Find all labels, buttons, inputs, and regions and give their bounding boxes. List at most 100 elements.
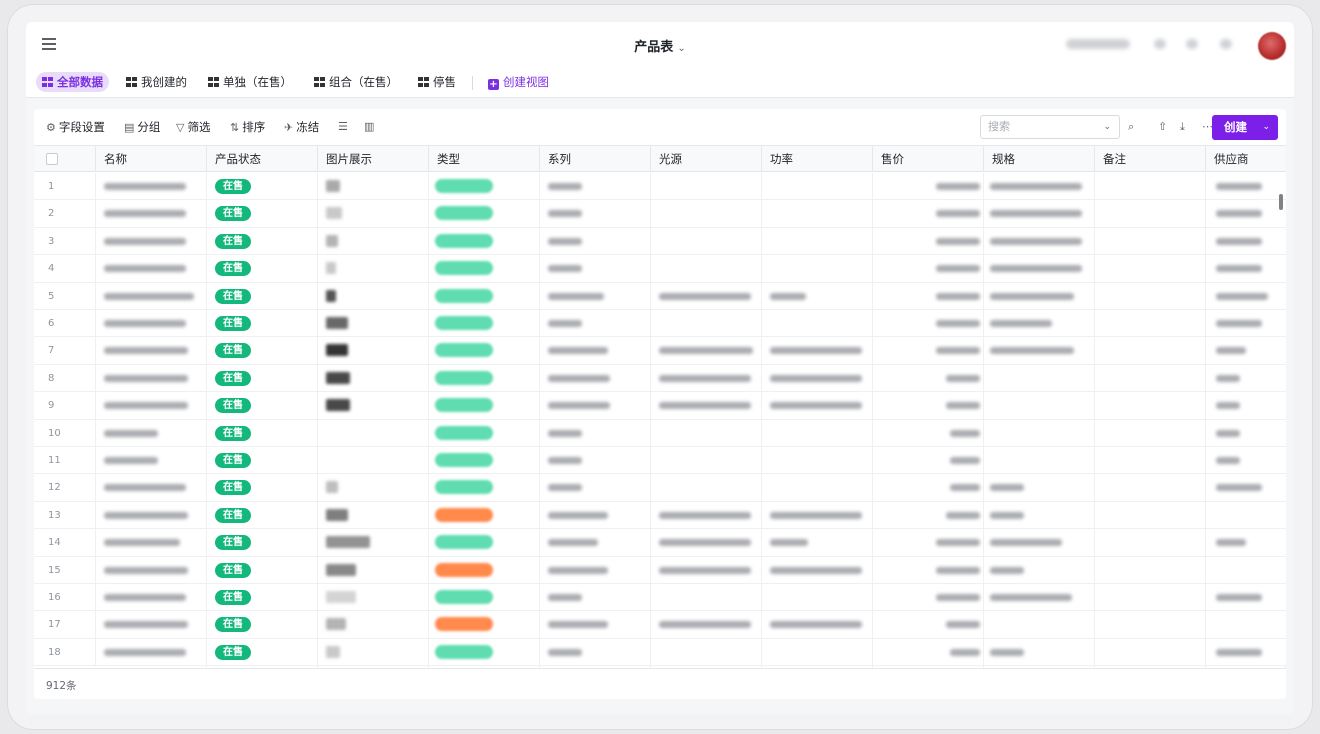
cell-price[interactable] <box>873 419 984 446</box>
cell-supplier[interactable] <box>1206 474 1286 500</box>
action-icon-blurred[interactable] <box>1186 39 1198 49</box>
table-row[interactable]: 10 在售 <box>34 419 1286 447</box>
cell-series[interactable] <box>540 255 651 282</box>
table-row[interactable]: 1 在售 <box>34 173 1286 201</box>
cell-type[interactable] <box>429 227 540 255</box>
cell-name[interactable] <box>96 227 207 255</box>
cell-notes[interactable] <box>1095 611 1206 638</box>
cell-supplier[interactable] <box>1206 584 1286 610</box>
column-header[interactable]: 规格 <box>984 146 1095 172</box>
cell-type[interactable] <box>429 447 540 474</box>
cell-power[interactable] <box>762 611 873 638</box>
cell-price[interactable] <box>873 364 984 392</box>
cell-price[interactable] <box>873 310 984 337</box>
sort-button[interactable]: ⇅ 排序 <box>230 119 265 135</box>
cell-supplier[interactable] <box>1206 611 1286 637</box>
cell-spec[interactable] <box>984 419 1095 446</box>
cell-notes[interactable] <box>1095 638 1206 666</box>
cell-type[interactable] <box>429 501 540 529</box>
vertical-scrollbar[interactable] <box>1279 194 1283 210</box>
cell-supplier[interactable] <box>1206 447 1286 473</box>
cell-name[interactable] <box>96 282 207 309</box>
cell-notes[interactable] <box>1095 173 1206 200</box>
cell-light-source[interactable] <box>651 200 762 227</box>
table-row[interactable]: 8 在售 <box>34 364 1286 393</box>
cell-price[interactable] <box>873 584 984 611</box>
cell-light-source[interactable] <box>651 529 762 556</box>
cell-supplier[interactable] <box>1206 283 1286 309</box>
create-button[interactable]: 创建 ⌄ <box>1212 115 1278 140</box>
cell-status[interactable]: 在售 <box>207 392 318 419</box>
cell-image[interactable] <box>318 392 429 419</box>
cell-status[interactable]: 在售 <box>207 282 318 309</box>
cell-spec[interactable] <box>984 529 1095 556</box>
cell-light-source[interactable] <box>651 282 762 309</box>
cell-price[interactable] <box>873 173 984 200</box>
cell-light-source[interactable] <box>651 447 762 474</box>
cell-type[interactable] <box>429 529 540 556</box>
cell-notes[interactable] <box>1095 364 1206 392</box>
cell-supplier[interactable] <box>1206 310 1286 336</box>
cell-name[interactable] <box>96 364 207 392</box>
cell-notes[interactable] <box>1095 255 1206 282</box>
cell-status[interactable]: 在售 <box>207 638 318 666</box>
cell-name[interactable] <box>96 392 207 419</box>
cell-image[interactable] <box>318 200 429 227</box>
cell-spec[interactable] <box>984 364 1095 392</box>
cell-price[interactable] <box>873 556 984 583</box>
cell-notes[interactable] <box>1095 310 1206 337</box>
tab-discontinued[interactable]: 停售 <box>412 72 462 92</box>
cell-series[interactable] <box>540 200 651 227</box>
table-row[interactable]: 4 在售 <box>34 255 1286 283</box>
cell-image[interactable] <box>318 474 429 501</box>
cell-power[interactable] <box>762 200 873 227</box>
cell-image[interactable] <box>318 447 429 474</box>
cell-supplier[interactable] <box>1206 337 1286 363</box>
table-row[interactable]: 2 在售 <box>34 200 1286 228</box>
column-header[interactable]: 备注 <box>1095 146 1206 172</box>
cell-type[interactable] <box>429 364 540 392</box>
cell-type[interactable] <box>429 282 540 309</box>
cell-spec[interactable] <box>984 638 1095 666</box>
cell-notes[interactable] <box>1095 200 1206 227</box>
cell-light-source[interactable] <box>651 227 762 255</box>
cell-spec[interactable] <box>984 611 1095 638</box>
cell-power[interactable] <box>762 364 873 392</box>
cell-image[interactable] <box>318 364 429 392</box>
column-header[interactable]: 类型 <box>429 146 540 172</box>
cell-light-source[interactable] <box>651 255 762 282</box>
cell-status[interactable]: 在售 <box>207 200 318 227</box>
download-icon[interactable]: ⤓ <box>1180 120 1185 134</box>
cell-price[interactable] <box>873 337 984 364</box>
cell-notes[interactable] <box>1095 584 1206 611</box>
cell-supplier[interactable] <box>1206 200 1286 226</box>
table-row[interactable]: 12 在售 <box>34 474 1286 502</box>
cell-status[interactable]: 在售 <box>207 255 318 282</box>
cell-power[interactable] <box>762 255 873 282</box>
cell-status[interactable]: 在售 <box>207 611 318 638</box>
tab-single-on-sale[interactable]: 单独（在售） <box>202 72 298 92</box>
cell-name[interactable] <box>96 638 207 666</box>
table-row[interactable]: 9 在售 <box>34 392 1286 420</box>
cell-light-source[interactable] <box>651 337 762 364</box>
cell-series[interactable] <box>540 419 651 446</box>
cell-series[interactable] <box>540 474 651 501</box>
cell-series[interactable] <box>540 556 651 583</box>
table-row[interactable]: 17 在售 <box>34 611 1286 639</box>
cell-power[interactable] <box>762 419 873 446</box>
cell-price[interactable] <box>873 227 984 255</box>
cell-power[interactable] <box>762 556 873 583</box>
cell-spec[interactable] <box>984 501 1095 529</box>
cell-price[interactable] <box>873 474 984 501</box>
action-icon-blurred[interactable] <box>1154 39 1166 49</box>
cell-series[interactable] <box>540 529 651 556</box>
freeze-button[interactable]: ✈ 冻结 <box>284 119 319 135</box>
tab-combo-on-sale[interactable]: 组合（在售） <box>308 72 404 92</box>
cell-notes[interactable] <box>1095 447 1206 474</box>
cell-notes[interactable] <box>1095 501 1206 529</box>
cell-image[interactable] <box>318 419 429 446</box>
cell-type[interactable] <box>429 200 540 227</box>
column-header[interactable]: 图片展示 <box>318 146 429 172</box>
cell-name[interactable] <box>96 584 207 611</box>
column-header[interactable]: 系列 <box>540 146 651 172</box>
